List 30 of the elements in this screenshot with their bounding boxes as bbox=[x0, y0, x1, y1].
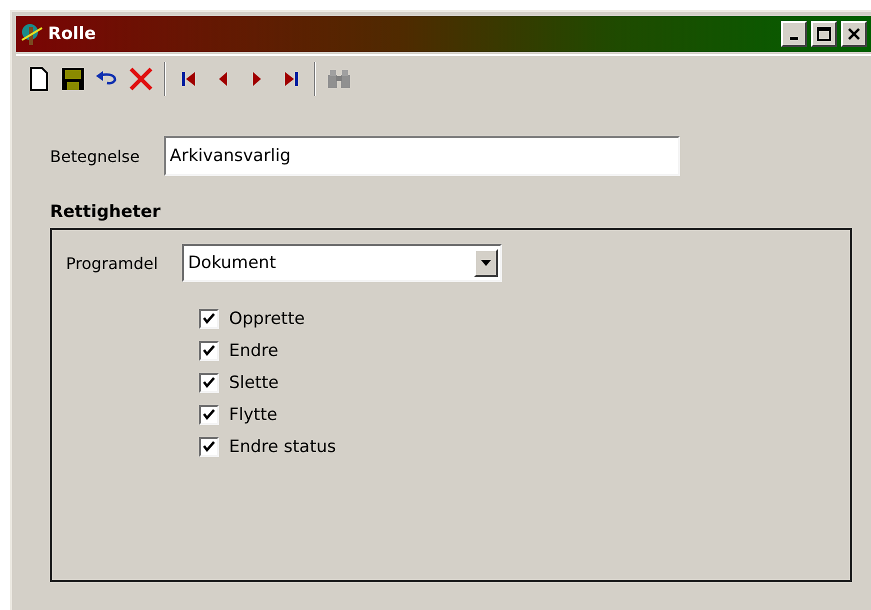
checkbox[interactable] bbox=[199, 341, 219, 361]
close-icon bbox=[847, 27, 861, 41]
module-dropdown[interactable]: Dokument bbox=[182, 244, 502, 282]
checkbox-label: Opprette bbox=[229, 309, 305, 329]
checkmark-icon bbox=[203, 345, 215, 357]
checkbox-label: Slette bbox=[229, 373, 279, 393]
module-label: Programdel bbox=[66, 254, 158, 272]
minimize-icon bbox=[790, 37, 798, 40]
checkbox[interactable] bbox=[199, 309, 219, 329]
maximize-icon bbox=[817, 27, 831, 41]
window-title: Rolle bbox=[48, 24, 97, 44]
maximize-button[interactable] bbox=[811, 21, 837, 47]
section-title: Rettigheter bbox=[50, 202, 162, 222]
checkbox-label: Endre bbox=[229, 341, 278, 361]
close-button[interactable] bbox=[841, 21, 867, 47]
name-input[interactable]: Arkivansvarlig bbox=[164, 136, 680, 176]
checkbox[interactable] bbox=[199, 405, 219, 425]
dropdown-button[interactable] bbox=[474, 249, 498, 277]
app-icon bbox=[20, 22, 44, 46]
checkmark-icon bbox=[203, 377, 215, 389]
checkbox-label: Flytte bbox=[229, 405, 278, 425]
checkbox[interactable] bbox=[199, 373, 219, 393]
checkbox-label: Endre status bbox=[229, 437, 336, 457]
checkmark-icon bbox=[203, 313, 215, 325]
checkmark-icon bbox=[203, 441, 215, 453]
caret-icon bbox=[480, 259, 492, 267]
checkmark-icon bbox=[203, 409, 215, 421]
checkbox[interactable] bbox=[199, 437, 219, 457]
minimize-button[interactable] bbox=[781, 21, 807, 47]
name-label: Betegnelse bbox=[50, 146, 140, 166]
